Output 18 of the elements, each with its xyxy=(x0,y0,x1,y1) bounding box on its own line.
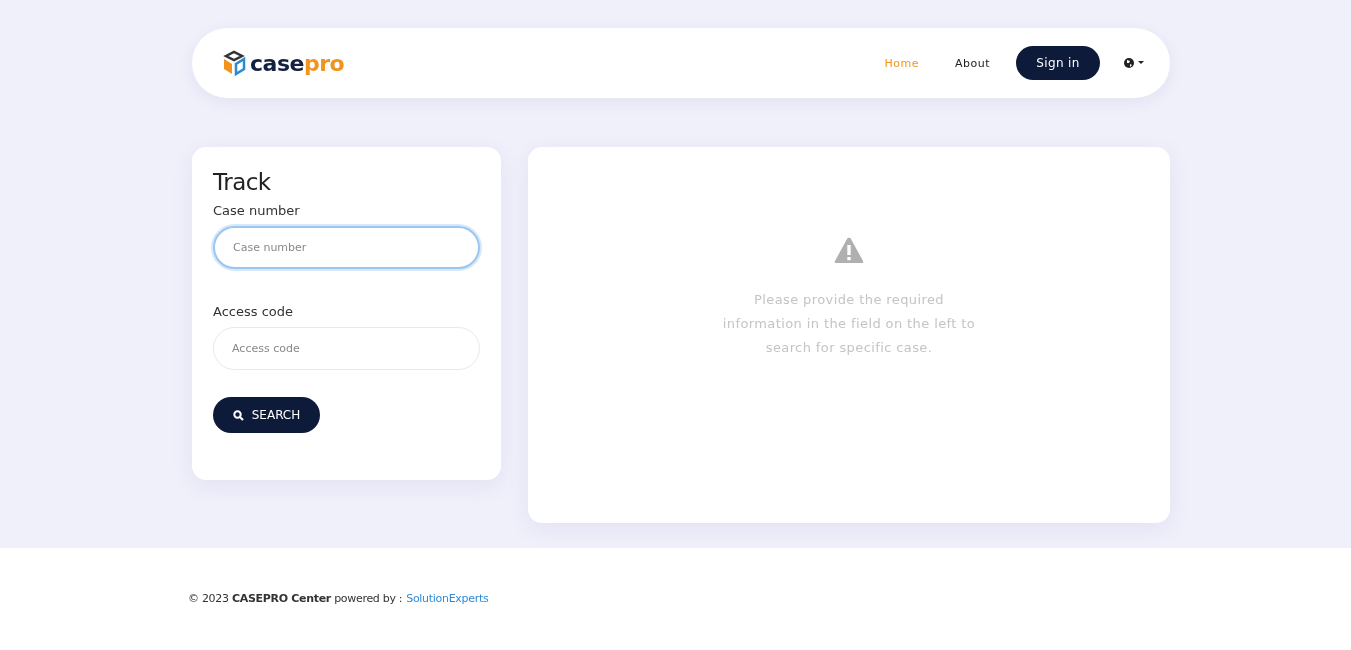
field-label: Case number xyxy=(213,203,301,218)
globe-icon xyxy=(1124,58,1134,68)
footer-link[interactable]: SolutionExperts xyxy=(406,592,489,605)
logo-text: case xyxy=(250,50,304,76)
caret-icon xyxy=(1138,61,1144,65)
logo-text: pro xyxy=(303,50,345,76)
warning-icon xyxy=(834,237,864,264)
search-icon xyxy=(232,409,244,421)
cube-logo-icon xyxy=(222,49,246,77)
field-label: Access code xyxy=(213,304,294,319)
nav-link[interactable]: About xyxy=(954,56,990,70)
copyright-text: © 2023 CASEPRO Center powered by : xyxy=(188,592,403,605)
input-field[interactable]: Case number xyxy=(213,226,480,269)
search-button[interactable]: SEARCH xyxy=(213,397,320,433)
info-message: Please provide the required information in the field on the left to search for specific case. xyxy=(721,291,977,357)
language-dropdown[interactable] xyxy=(1124,58,1144,68)
sign-in-button[interactable]: Sign in xyxy=(1016,46,1100,80)
card-title: Track xyxy=(213,169,272,195)
